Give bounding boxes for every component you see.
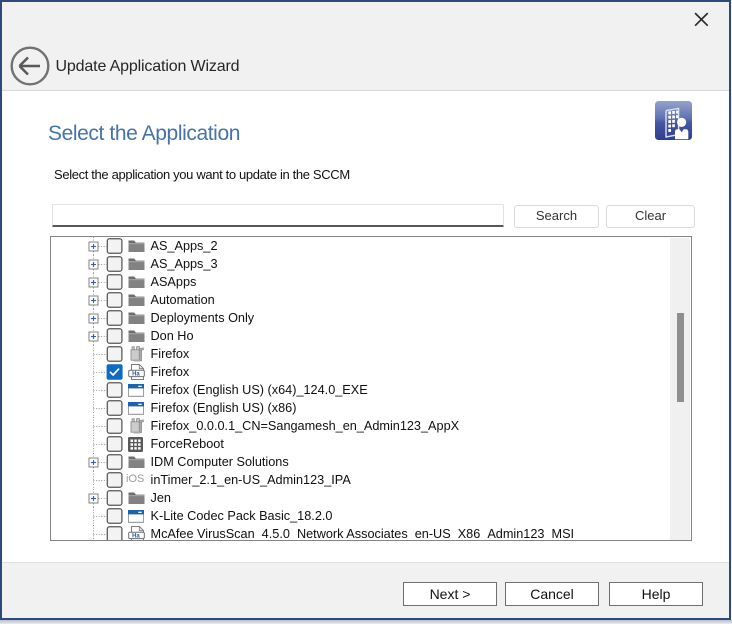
svg-text:Ha: Ha [132, 372, 140, 378]
svg-text:Ha: Ha [132, 534, 140, 540]
